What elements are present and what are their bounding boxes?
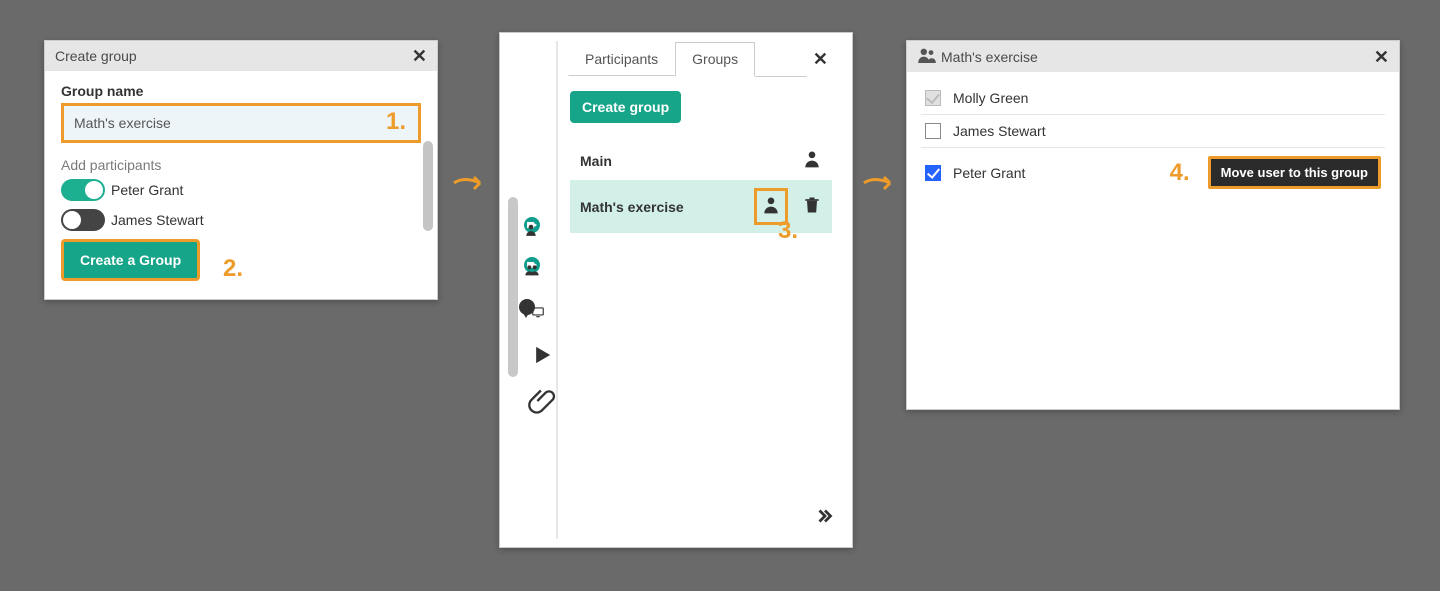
arrow-icon [862,168,902,207]
group-row-main[interactable]: Main [570,141,832,180]
user-icon[interactable] [802,149,822,172]
users-icon [917,47,937,66]
participant-row: Peter Grant [61,179,421,201]
step-3-label: 3. [778,217,798,245]
groups-tabpanel: Create group Main Math's exercise [558,77,844,247]
sidebar [508,41,546,541]
add-participants-label: Add participants [61,157,421,173]
participant-toggle[interactable] [61,179,105,201]
close-icon[interactable]: ✕ [807,49,834,70]
user-checkbox[interactable] [925,165,941,181]
group-name-label: Group name [61,83,421,99]
sidebar-scrollbar[interactable] [508,197,518,377]
expand-icon[interactable] [814,505,836,533]
close-icon[interactable]: ✕ [1374,48,1389,66]
user-name: Molly Green [953,90,1381,106]
participant-name: James Stewart [111,212,204,228]
group-name: Math's exercise [580,199,684,215]
video-user-icon[interactable] [518,211,546,239]
user-row: Molly Green [921,82,1385,115]
user-name: Peter Grant [953,165,1158,181]
user-row: James Stewart [921,115,1385,148]
dialog-header: Math's exercise ✕ [907,41,1399,72]
dialog-title: Math's exercise [941,49,1038,65]
trash-icon[interactable] [802,195,822,218]
user-checkbox-disabled [925,90,941,106]
step-4-label: 4. [1170,159,1190,187]
create-group-button[interactable]: Create a Group [61,239,200,281]
chat-screen-icon[interactable] [518,293,546,321]
move-user-dialog: Math's exercise ✕ Molly Green James Stew… [906,40,1400,410]
play-icon[interactable] [518,341,546,369]
user-name: James Stewart [953,123,1381,139]
tab-participants[interactable]: Participants [568,42,675,76]
group-name: Main [580,153,612,169]
tab-groups[interactable]: Groups [675,42,755,77]
step-1-label: 1. [386,108,406,136]
participant-toggle[interactable] [61,209,105,231]
attachment-icon[interactable] [518,387,546,415]
user-row: Peter Grant 4. Move user to this group [921,148,1385,197]
user-checkbox[interactable] [925,123,941,139]
step-2-label: 2. [223,255,243,283]
create-group-button[interactable]: Create group [570,91,681,123]
create-group-dialog: Create group ✕ Group name 1. Add partici… [44,40,438,300]
group-name-input[interactable] [64,106,418,140]
move-user-button[interactable]: Move user to this group [1208,156,1381,189]
scrollbar[interactable] [423,141,433,231]
tab-bar: Participants Groups ✕ [558,41,844,77]
dialog-header: Create group ✕ [45,41,437,71]
close-icon[interactable]: ✕ [412,47,427,65]
participant-name: Peter Grant [111,182,183,198]
video-group-icon[interactable] [518,251,546,279]
groups-panel: Participants Groups ✕ Create group Main … [499,32,853,548]
participant-row: James Stewart [61,209,421,231]
arrow-icon [452,168,492,207]
dialog-title: Create group [55,48,137,64]
